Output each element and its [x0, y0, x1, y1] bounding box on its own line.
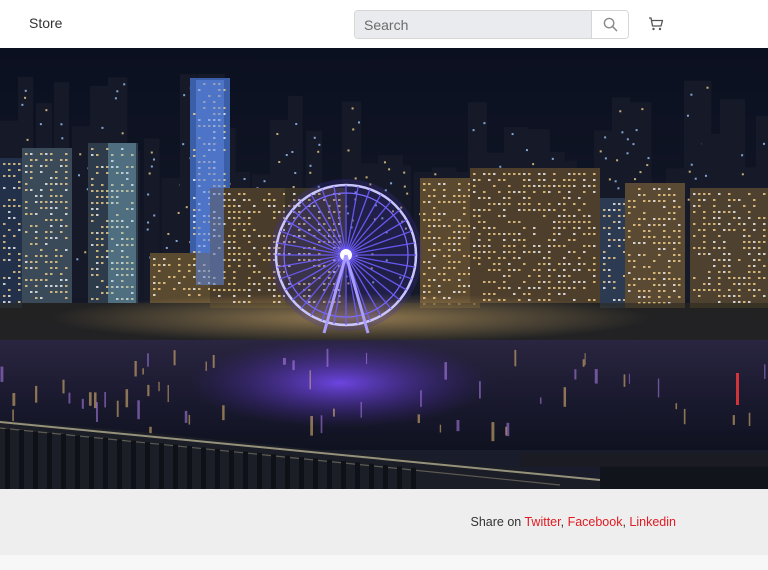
- share-prefix: Share on: [470, 515, 525, 529]
- search-button[interactable]: [591, 11, 628, 38]
- share-separator: ,: [560, 515, 568, 529]
- site-header: t Store: [0, 0, 768, 48]
- page-bottom-strip: [0, 555, 768, 570]
- search-icon: [603, 17, 617, 32]
- hero-image: [0, 48, 768, 489]
- city-night-image: [0, 48, 768, 489]
- search-bar: [354, 10, 629, 39]
- share-text: Share on Twitter, Facebook, Linkedin: [471, 515, 677, 529]
- share-twitter-link[interactable]: Twitter: [524, 515, 560, 529]
- share-section: Share on Twitter, Facebook, Linkedin: [0, 489, 768, 555]
- cart-button[interactable]: [646, 14, 666, 34]
- share-facebook-link[interactable]: Facebook: [568, 515, 623, 529]
- search-input[interactable]: [355, 11, 591, 38]
- share-linkedin-link[interactable]: Linkedin: [629, 515, 676, 529]
- cart-icon: [649, 17, 664, 31]
- page: t Store: [0, 0, 768, 570]
- nav-link-store[interactable]: Store: [29, 15, 62, 31]
